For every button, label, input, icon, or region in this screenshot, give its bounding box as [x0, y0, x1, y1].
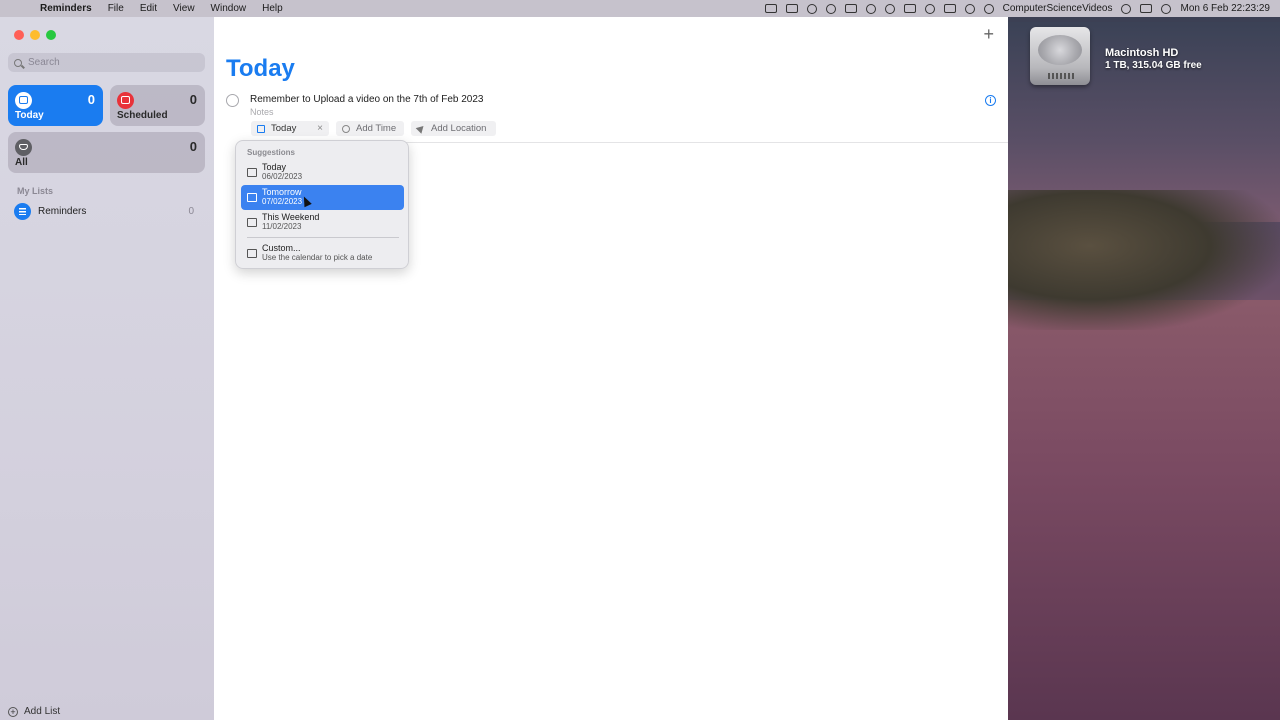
calendar-chip-icon [257, 124, 265, 133]
smart-list-today[interactable]: 0 Today [8, 85, 103, 126]
scheduled-count: 0 [189, 92, 197, 107]
add-list-button[interactable]: + Add List [8, 706, 60, 717]
plus-circle-icon: + [8, 706, 18, 717]
screenshot-icon[interactable] [764, 4, 777, 13]
zoom-window-button[interactable] [46, 30, 56, 40]
main-content: + Today Remember to Upload a video on th… [214, 17, 1008, 720]
add-location-label: Add Location [431, 123, 487, 134]
wallpaper-cliff [1008, 190, 1280, 330]
add-time-chip[interactable]: Add Time [336, 121, 404, 136]
suggestion-title: This Weekend [262, 212, 320, 222]
spotlight-icon[interactable] [1121, 3, 1132, 14]
location-arrow-icon [415, 123, 427, 134]
volume-icon[interactable] [964, 3, 975, 14]
siri-icon[interactable] [1161, 3, 1172, 14]
hard-drive-icon[interactable] [1030, 27, 1090, 85]
today-count: 0 [87, 92, 95, 107]
suggestion-this-weekend[interactable]: This Weekend 11/02/2023 [241, 210, 404, 235]
reminders-window: Search 0 Today 0 Scheduled 0 All My List… [0, 17, 1008, 720]
calendar-icon [15, 92, 32, 109]
menu-clock[interactable]: Mon 6 Feb 22:23:29 [1180, 3, 1270, 14]
battery-icon[interactable] [903, 4, 916, 13]
add-location-chip[interactable]: Add Location [411, 121, 496, 136]
minimize-window-button[interactable] [30, 30, 40, 40]
menu-app-name[interactable]: Reminders [40, 3, 92, 14]
all-label: All [15, 157, 28, 168]
suggestion-title: Tomorrow [262, 187, 302, 197]
my-lists-header: My Lists [17, 186, 54, 196]
calendar-icon [247, 249, 257, 258]
reminder-title[interactable]: Remember to Upload a video on the 7th of… [250, 94, 483, 105]
moon-icon[interactable] [884, 3, 895, 14]
menu-file[interactable]: File [108, 3, 124, 14]
all-count: 0 [189, 139, 197, 154]
bluetooth-icon[interactable] [865, 3, 876, 14]
suggestions-header: Suggestions [247, 148, 296, 157]
window-controls [14, 30, 56, 40]
suggestion-title: Custom... [262, 243, 301, 253]
disk-label[interactable]: Macintosh HD 1 TB, 315.04 GB free [1105, 47, 1202, 71]
suggestion-date: 11/02/2023 [262, 222, 302, 231]
play-icon[interactable] [983, 3, 994, 14]
calendar-icon [247, 168, 257, 177]
tray-icon [15, 139, 32, 156]
time-machine-icon[interactable] [825, 3, 836, 14]
list-item-count: 0 [188, 205, 194, 217]
list-bullet-icon [14, 202, 31, 220]
clock-icon [342, 124, 350, 133]
list-item-label: Reminders [38, 205, 87, 217]
cloud-icon[interactable] [806, 3, 817, 14]
info-icon[interactable]: i [985, 95, 996, 106]
control-center-icon[interactable] [1140, 4, 1153, 13]
airplay-icon[interactable] [943, 4, 956, 13]
list-item-reminders[interactable]: Reminders 0 [8, 201, 205, 221]
disk-grill [1048, 73, 1074, 79]
camera-icon[interactable] [785, 4, 798, 13]
disk-info: 1 TB, 315.04 GB free [1105, 60, 1202, 71]
suggestion-title: Today [262, 162, 287, 172]
page-title: Today [226, 55, 295, 82]
suggestion-custom[interactable]: Custom... Use the calendar to pick a dat… [241, 241, 404, 266]
suggestion-tomorrow[interactable]: Tomorrow 07/02/2023 [241, 185, 404, 210]
calendar-icon [247, 218, 257, 227]
search-placeholder: Search [28, 57, 60, 68]
today-label: Today [15, 110, 44, 121]
add-reminder-button[interactable]: + [983, 25, 994, 43]
smart-list-scheduled[interactable]: 0 Scheduled [110, 85, 205, 126]
disk-platter [1038, 35, 1082, 65]
menu-user-name[interactable]: ComputerScienceVideos [1003, 3, 1113, 14]
calendar-icon [247, 193, 257, 202]
menu-bar: Reminders File Edit View Window Help Com… [0, 0, 1280, 17]
date-chip[interactable]: Today × [251, 121, 329, 136]
suggestion-date: 07/02/2023 [262, 197, 303, 206]
menu-window[interactable]: Window [211, 3, 247, 14]
display-icon[interactable] [844, 4, 857, 13]
status-area: ComputerScienceVideos Mon 6 Feb 22:23:29 [764, 0, 1270, 17]
scheduled-calendar-icon [117, 92, 134, 109]
menu-edit[interactable]: Edit [140, 3, 157, 14]
disk-name: Macintosh HD [1105, 47, 1179, 59]
date-suggestions-popover: Suggestions Today 06/02/2023 Tomorrow 07… [235, 140, 409, 269]
suggestions-separator [247, 237, 399, 238]
wifi-icon[interactable] [924, 3, 935, 14]
smart-list-all[interactable]: 0 All [8, 132, 205, 173]
scheduled-label: Scheduled [117, 110, 168, 121]
search-icon [14, 58, 22, 67]
add-list-label: Add List [24, 706, 61, 717]
clear-date-icon[interactable]: × [317, 123, 323, 134]
reminder-complete-checkbox[interactable] [226, 94, 239, 107]
reminder-notes-field[interactable]: Notes [250, 107, 274, 117]
suggestion-today[interactable]: Today 06/02/2023 [241, 160, 404, 185]
suggestion-date: 06/02/2023 [262, 172, 303, 181]
close-window-button[interactable] [14, 30, 24, 40]
wallpaper-sea [1008, 300, 1280, 720]
menu-view[interactable]: View [173, 3, 195, 14]
search-field[interactable]: Search [8, 53, 205, 72]
add-time-label: Add Time [356, 123, 397, 134]
date-chip-label: Today [271, 123, 297, 134]
sidebar: Search 0 Today 0 Scheduled 0 All My List… [0, 17, 214, 720]
menu-help[interactable]: Help [262, 3, 283, 14]
suggestion-hint: Use the calendar to pick a date [262, 253, 373, 262]
